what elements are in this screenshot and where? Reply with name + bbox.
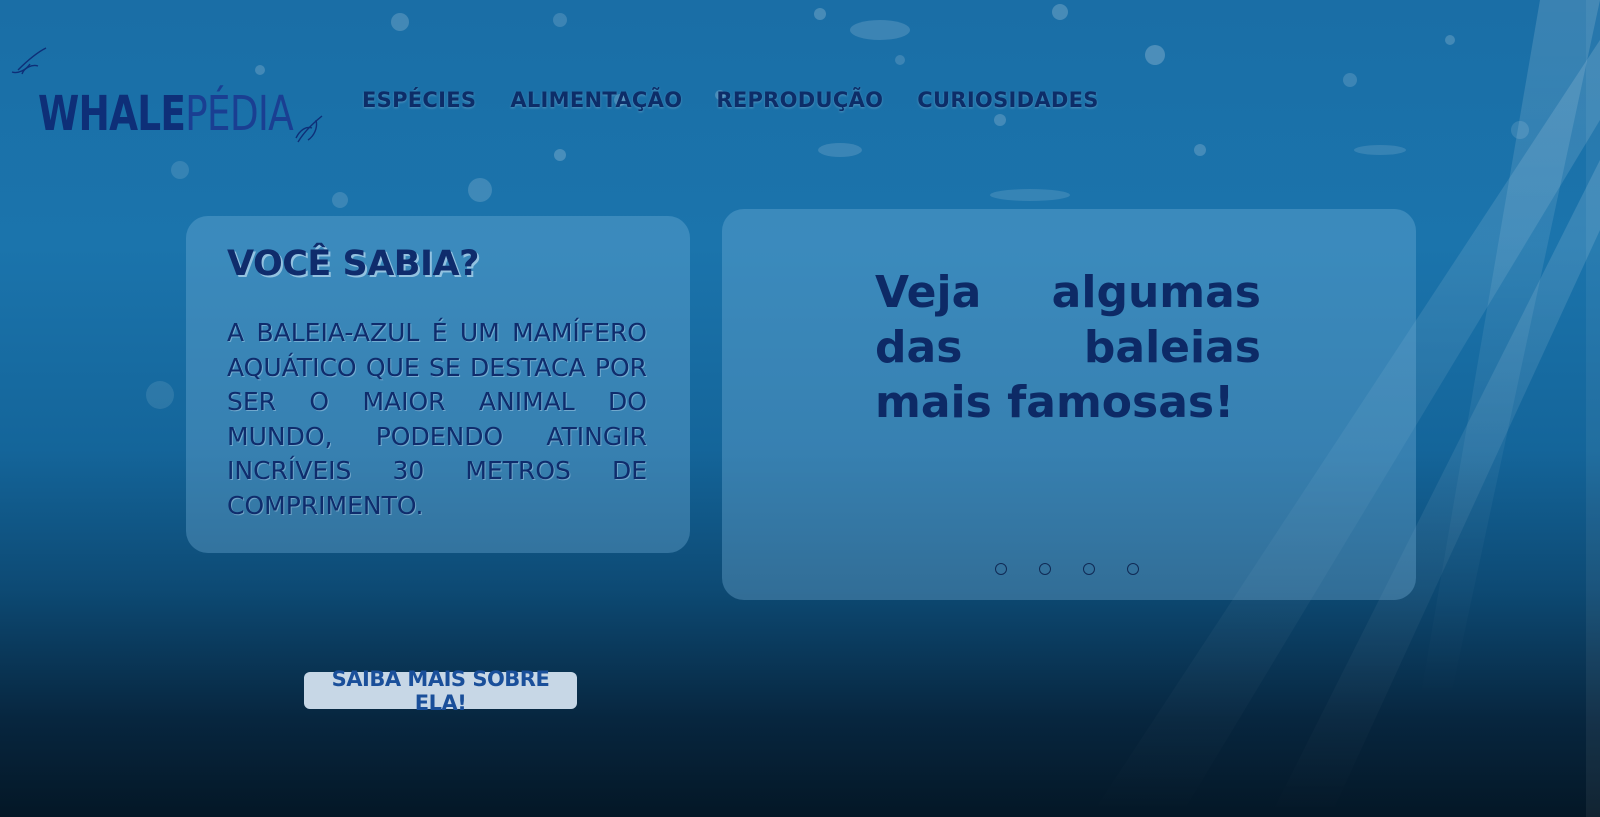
carousel-dot-4[interactable]	[1127, 563, 1139, 575]
fact-card-body: A baleia-azul é um mamífero aquático que…	[227, 318, 647, 520]
nav-alimentacao[interactable]: ALIMENTAÇÃO	[510, 88, 682, 112]
nav-curiosidades[interactable]: CURIOSIDADES	[917, 88, 1098, 112]
whales-carousel-heading: Veja algumas das baleias mais famosas!	[875, 267, 1261, 428]
nav-especies[interactable]: ESPÉCIES	[362, 88, 476, 112]
carousel-dot-3[interactable]	[1083, 563, 1095, 575]
carousel-dots	[995, 563, 1139, 575]
fact-card-title: VOCÊ SABIA?	[227, 244, 479, 284]
logo-word-whale: WHALE	[38, 86, 186, 142]
logo-word-pedia: PÉDIA	[185, 86, 294, 142]
logo-wordmark: WHALEPÉDIA	[38, 86, 294, 142]
main-nav: ESPÉCIES ALIMENTAÇÃO REPRODUÇÃO CURIOSID…	[362, 88, 1099, 112]
learn-more-button[interactable]: SAIBA MAIS SOBRE ELA!	[304, 667, 577, 715]
right-edge-overlay	[1586, 0, 1600, 817]
carousel-dot-1[interactable]	[995, 563, 1007, 575]
whalepedia-logo[interactable]: WHALEPÉDIA	[8, 40, 328, 150]
nav-reproducao[interactable]: REPRODUÇÃO	[716, 88, 883, 112]
carousel-dot-2[interactable]	[1039, 563, 1051, 575]
